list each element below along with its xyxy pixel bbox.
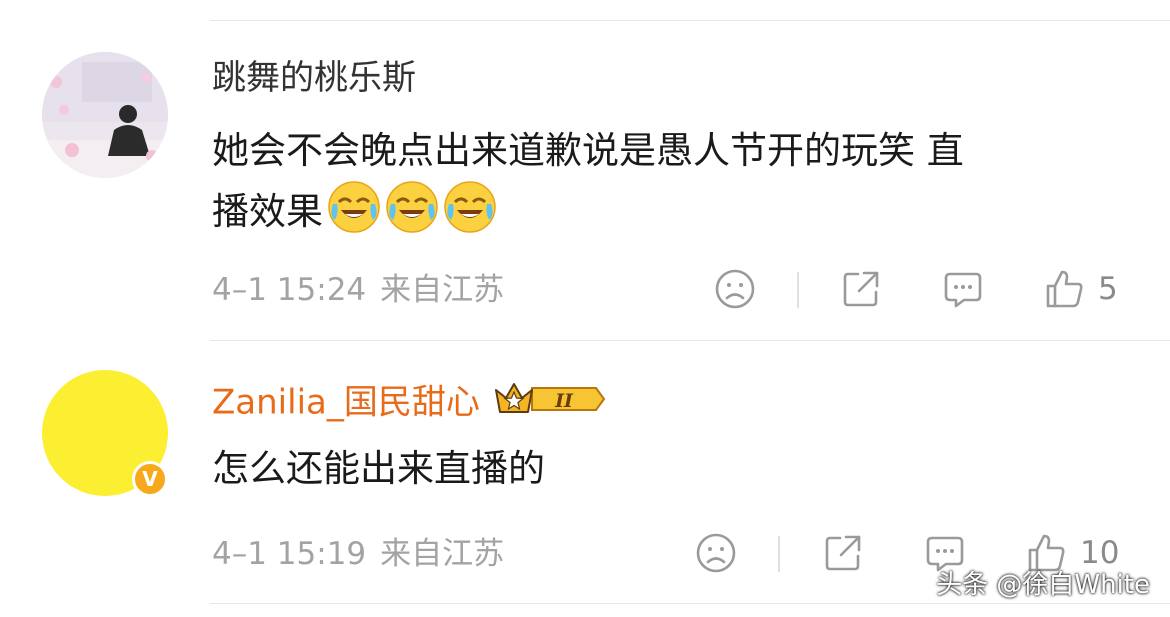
share-button[interactable] bbox=[822, 528, 864, 578]
comment-text-line: 怎么还能出来直播的 bbox=[212, 447, 545, 490]
reply-button[interactable] bbox=[942, 264, 984, 314]
dislike-button[interactable] bbox=[695, 528, 737, 578]
verified-badge-letter: V bbox=[142, 467, 158, 491]
comment-text: 她会不会晚点出来道歉说是愚人节开的玩笑 直 播效果 bbox=[212, 122, 1132, 241]
username[interactable]: Zanilia_国民甜心 II bbox=[212, 378, 608, 430]
sad-face-icon bbox=[696, 533, 736, 573]
like-count: 5 bbox=[1098, 271, 1118, 307]
avatar[interactable] bbox=[42, 52, 168, 178]
verified-badge: V bbox=[132, 461, 168, 497]
comment-text-line-content: 播效果 bbox=[212, 190, 323, 233]
share-button[interactable] bbox=[840, 264, 882, 314]
vip-level-text: II bbox=[554, 390, 574, 412]
bottom-divider bbox=[210, 603, 1170, 604]
username-text: Zanilia_国民甜心 bbox=[212, 382, 480, 423]
dislike-button[interactable] bbox=[714, 264, 756, 314]
laugh-cry-emoji bbox=[443, 180, 497, 234]
watermark: 头条 @徐白White bbox=[936, 570, 1150, 600]
comment-actions: 5 bbox=[0, 264, 1170, 314]
username[interactable]: 跳舞的桃乐斯 bbox=[212, 57, 416, 99]
top-divider bbox=[210, 20, 1170, 21]
comment-text-line: 她会不会晚点出来道歉说是愚人节开的玩笑 直 bbox=[212, 129, 964, 172]
sad-face-icon bbox=[715, 269, 755, 309]
comment-text-line-2: 播效果 bbox=[212, 180, 1132, 241]
action-separator bbox=[778, 536, 780, 572]
comment-bubble-icon bbox=[944, 272, 982, 308]
thumbs-up-icon bbox=[1046, 270, 1083, 308]
share-icon bbox=[843, 271, 879, 307]
comment-text: 怎么还能出来直播的 bbox=[212, 440, 1132, 498]
laugh-cry-emoji bbox=[385, 180, 439, 234]
action-separator bbox=[797, 272, 799, 308]
vip-crown-icon[interactable]: II bbox=[492, 378, 608, 430]
laugh-cry-emoji bbox=[327, 180, 381, 234]
share-icon bbox=[825, 535, 861, 571]
like-button[interactable]: 5 bbox=[1044, 264, 1118, 314]
comment-divider bbox=[210, 340, 1170, 341]
